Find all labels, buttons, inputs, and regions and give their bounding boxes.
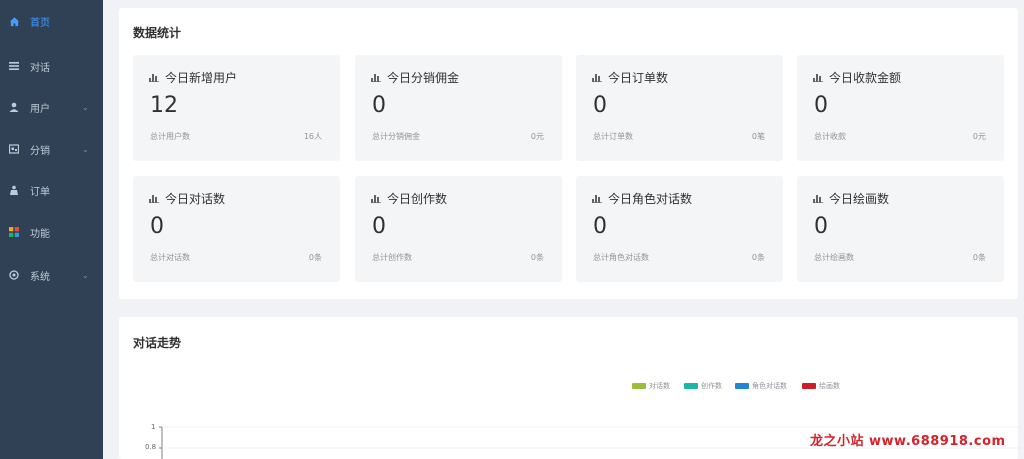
stat-card-commission: 今日分销佣金 0 总计分销佣金 0元 xyxy=(355,55,562,161)
stat-card-title: 今日订单数 xyxy=(608,71,669,85)
stat-card-footer-value: 0条 xyxy=(972,253,986,262)
share-icon xyxy=(8,143,20,155)
stats-title: 数据统计 xyxy=(133,26,182,40)
sidebar-item-label: 订单 xyxy=(30,186,50,198)
sidebar-item-label: 对话 xyxy=(30,62,50,74)
stat-card-footer-value: 0元 xyxy=(530,132,544,141)
stat-card-role-chats: 今日角色对话数 0 总计角色对话数 0条 xyxy=(576,176,783,282)
stat-card-new-users: 今日新增用户 12 总计用户数 16人 xyxy=(133,55,340,161)
chevron-down-icon: ⌄ xyxy=(82,102,89,112)
legend-label: 角色对话数 xyxy=(752,382,787,390)
legend-swatch xyxy=(735,383,749,389)
stat-card-value: 0 xyxy=(814,214,828,239)
stat-card-title: 今日对话数 xyxy=(165,192,226,206)
legend-item-creations[interactable]: 创作数 xyxy=(684,381,722,391)
bar-chart-icon xyxy=(149,195,159,203)
bar-chart-icon xyxy=(371,195,381,203)
stat-card-value: 0 xyxy=(372,93,386,118)
stat-card-value: 0 xyxy=(593,93,607,118)
stat-card-footer-label: 总计创作数 xyxy=(372,253,412,262)
sidebar-item-label: 分销 xyxy=(30,145,50,157)
stat-card-footer-value: 0元 xyxy=(972,132,986,141)
stat-card-footer-label: 总计对话数 xyxy=(150,253,190,262)
legend-label: 创作数 xyxy=(701,382,722,390)
settings-icon xyxy=(8,269,20,281)
bar-chart-icon xyxy=(592,195,602,203)
stat-card-footer-value: 0笔 xyxy=(751,132,765,141)
sidebar-item-distribution[interactable]: 分销 ⌄ xyxy=(0,129,103,169)
sidebar-item-chat[interactable]: 对话 xyxy=(0,46,103,86)
bar-chart-icon xyxy=(149,74,159,82)
legend-item-drawings[interactable]: 绘画数 xyxy=(802,381,840,391)
stat-card-drawings: 今日绘画数 0 总计绘画数 0条 xyxy=(797,176,1004,282)
bar-chart-icon xyxy=(371,74,381,82)
y-tick-label: 0.8 xyxy=(145,443,157,451)
stat-card-value: 0 xyxy=(372,214,386,239)
sidebar-item-label: 系统 xyxy=(30,271,50,283)
order-icon xyxy=(8,184,20,196)
stat-card-footer-value: 16人 xyxy=(303,132,322,141)
sidebar: 首页 对话 用户 ⌄ 分销 ⌄ 订单 功能 系统 ⌄ xyxy=(0,0,103,459)
legend-swatch xyxy=(632,383,646,389)
stat-card-chats: 今日对话数 0 总计对话数 0条 xyxy=(133,176,340,282)
sidebar-item-system[interactable]: 系统 ⌄ xyxy=(0,255,103,295)
legend-swatch xyxy=(802,383,816,389)
sidebar-item-orders[interactable]: 订单 xyxy=(0,170,103,210)
stat-card-footer-label: 总计用户数 xyxy=(150,132,190,141)
stat-card-footer-label: 总计绘画数 xyxy=(814,253,854,262)
stat-card-footer-label: 总计角色对话数 xyxy=(593,253,649,262)
stat-card-value: 0 xyxy=(814,93,828,118)
stat-card-title: 今日创作数 xyxy=(387,192,448,206)
chevron-down-icon: ⌄ xyxy=(82,144,89,154)
y-tick-label: 1 xyxy=(151,423,156,431)
stat-card-footer-label: 总计订单数 xyxy=(593,132,633,141)
legend-swatch xyxy=(684,383,698,389)
stat-card-footer-value: 0条 xyxy=(530,253,544,262)
sidebar-item-features[interactable]: 功能 xyxy=(0,212,103,252)
stat-card-revenue: 今日收款金额 0 总计收款 0元 xyxy=(797,55,1004,161)
legend-item-chats[interactable]: 对话数 xyxy=(632,381,670,391)
trend-title: 对话走势 xyxy=(133,336,182,350)
sidebar-item-home[interactable]: 首页 xyxy=(0,1,103,41)
chevron-down-icon: ⌄ xyxy=(82,270,89,280)
stat-card-title: 今日角色对话数 xyxy=(608,192,693,206)
grid-icon xyxy=(8,226,20,238)
stat-card-footer-value: 0条 xyxy=(308,253,322,262)
sidebar-item-label: 功能 xyxy=(30,228,50,240)
bar-chart-icon xyxy=(813,195,823,203)
sidebar-item-users[interactable]: 用户 ⌄ xyxy=(0,87,103,127)
watermark: 龙之小站 www.688918.com xyxy=(810,434,1006,449)
bar-chart-icon xyxy=(592,74,602,82)
stat-card-value: 12 xyxy=(150,93,178,118)
home-icon xyxy=(8,15,20,27)
list-icon xyxy=(8,60,20,72)
stat-card-value: 0 xyxy=(150,214,164,239)
stat-card-creations: 今日创作数 0 总计创作数 0条 xyxy=(355,176,562,282)
stat-card-value: 0 xyxy=(593,214,607,239)
bar-chart-icon xyxy=(813,74,823,82)
legend-item-role-chats[interactable]: 角色对话数 xyxy=(735,381,787,391)
stat-card-footer-label: 总计分销佣金 xyxy=(372,132,420,141)
stat-card-title: 今日新增用户 xyxy=(165,71,238,85)
stat-card-title: 今日绘画数 xyxy=(829,192,890,206)
stat-card-title: 今日分销佣金 xyxy=(387,71,460,85)
stat-card-orders: 今日订单数 0 总计订单数 0笔 xyxy=(576,55,783,161)
stat-card-title: 今日收款金额 xyxy=(829,71,902,85)
user-icon xyxy=(8,101,20,113)
stat-card-footer-label: 总计收款 xyxy=(814,132,846,141)
sidebar-item-label: 用户 xyxy=(30,103,50,115)
stats-panel: 数据统计 今日新增用户 12 总计用户数 16人 今日分销佣金 0 总计分销佣金… xyxy=(119,8,1018,299)
legend-label: 对话数 xyxy=(649,382,670,390)
legend-label: 绘画数 xyxy=(819,382,840,390)
stat-card-footer-value: 0条 xyxy=(751,253,765,262)
sidebar-item-label: 首页 xyxy=(30,17,50,29)
